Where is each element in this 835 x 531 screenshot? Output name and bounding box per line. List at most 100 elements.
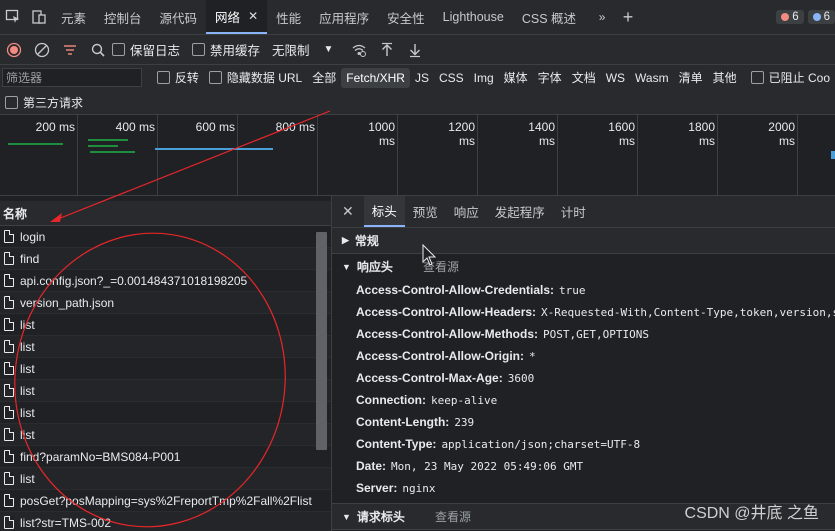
tab-label: 安全性 (387, 11, 425, 26)
export-har-icon[interactable] (401, 35, 429, 64)
request-list: login find api.config.json?_=0.00148437101… (0, 226, 331, 531)
third-party-checkbox[interactable]: 第三方请求 (5, 94, 88, 111)
header-name: Connection: (356, 393, 426, 407)
filter-icon[interactable] (56, 35, 84, 64)
request-row[interactable]: api.config.json?_=0.001484371018198205 (0, 270, 331, 292)
add-tab-icon[interactable]: + (615, 0, 641, 34)
request-row[interactable]: list (0, 314, 331, 336)
record-icon[interactable] (0, 35, 28, 64)
request-row[interactable]: list (0, 468, 331, 490)
error-count-badge[interactable]: 6 (776, 10, 804, 24)
detail-tab-3[interactable]: 发起程序 (487, 196, 553, 227)
tab-4[interactable]: 性能 (267, 0, 310, 34)
tab-5[interactable]: 应用程序 (310, 0, 378, 34)
request-row[interactable]: version_path.json (0, 292, 331, 314)
response-headers-label: 响应头 (356, 260, 393, 274)
request-row[interactable]: find (0, 248, 331, 270)
detail-tab-4[interactable]: 计时 (553, 196, 594, 227)
request-row[interactable]: find?paramNo=BMS084-P001 (0, 446, 331, 468)
inspect-element-icon[interactable] (0, 0, 26, 34)
invert-label: 反转 (174, 71, 199, 85)
type-filter-8[interactable]: WS (601, 71, 630, 85)
network-overview-timeline[interactable]: 200 ms 400 ms 600 ms 800 ms 1000 ms 1200 ms 14… (0, 115, 835, 196)
search-icon[interactable] (84, 35, 112, 64)
more-tabs-icon[interactable]: » (589, 0, 615, 34)
tab-7[interactable]: Lighthouse (434, 0, 513, 34)
filter-input[interactable]: 筛选器 (2, 68, 142, 87)
hide-data-url-checkbox[interactable]: 隐藏数据 URL (204, 69, 307, 86)
document-icon (4, 450, 14, 463)
checkbox-icon (112, 43, 125, 56)
detail-tab-0[interactable]: 标头 (363, 196, 405, 227)
tab-6[interactable]: 安全性 (378, 0, 434, 34)
document-icon (4, 494, 14, 507)
header-name: Access-Control-Allow-Credentials: (356, 283, 555, 297)
request-row[interactable]: list (0, 358, 331, 380)
request-name: list (20, 339, 35, 354)
request-name: list (20, 427, 35, 442)
type-filter-0[interactable]: 全部 (307, 69, 341, 86)
request-row[interactable]: list (0, 402, 331, 424)
timeline-gridline (637, 115, 638, 195)
throttle-select[interactable]: 无限制 ▼ (272, 40, 333, 59)
general-section-toggle[interactable]: ▶ 常规 (332, 228, 835, 254)
document-icon (4, 340, 14, 353)
detail-tab-1[interactable]: 预览 (405, 196, 446, 227)
tab-2[interactable]: 源代码 (151, 0, 207, 34)
close-detail-icon[interactable]: ✕ (332, 196, 364, 227)
tab-1[interactable]: 控制台 (95, 0, 151, 34)
detail-tab-2[interactable]: 响应 (446, 196, 487, 227)
view-source-link[interactable]: 查看源 (423, 258, 459, 275)
third-party-row: 第三方请求 (0, 90, 835, 115)
type-filter-3[interactable]: CSS (434, 71, 469, 85)
preserve-log-checkbox[interactable]: 保留日志 (112, 40, 180, 59)
type-filter-6[interactable]: 字体 (533, 69, 567, 86)
header-name: Content-Length: (356, 415, 450, 429)
clear-icon[interactable] (28, 35, 56, 64)
name-column-header[interactable]: 名称 (0, 201, 331, 226)
type-filter-9[interactable]: Wasm (630, 71, 674, 85)
header-name: Content-Type: (356, 437, 437, 451)
request-name: find (20, 251, 40, 266)
type-filter-5[interactable]: 媒体 (499, 69, 533, 86)
request-row[interactable]: list (0, 424, 331, 446)
filter-placeholder: 筛选器 (6, 71, 43, 85)
request-headers-label: 请求标头 (356, 510, 405, 524)
type-filter-11[interactable]: 其他 (708, 69, 742, 86)
resource-type-filters: 全部 Fetch/XHR JS CSS Img 媒体 字体 文档 WS Wasm 清单 其他 (307, 67, 742, 88)
header-value: true (559, 283, 586, 297)
request-row[interactable]: posGet?posMapping=sys%2FreportTmp%2Fall%… (0, 490, 331, 512)
expanded-triangle-icon: ▼ (342, 511, 351, 522)
tab-0[interactable]: 元素 (52, 0, 95, 34)
type-filter-1[interactable]: Fetch/XHR (341, 67, 410, 88)
blocked-cookies-checkbox[interactable]: 已阻止 Coo (746, 69, 835, 86)
request-row[interactable]: list?str=TMS-002 (0, 512, 331, 531)
tab-8[interactable]: CSS 概述 (513, 0, 585, 34)
invert-checkbox[interactable]: 反转 (152, 69, 204, 86)
timeline-tick-label: 2000 ms (768, 120, 795, 148)
close-tab-icon[interactable]: ✕ (248, 9, 258, 23)
type-filter-7[interactable]: 文档 (567, 69, 601, 86)
request-row[interactable]: login (0, 226, 331, 248)
request-row[interactable]: list (0, 336, 331, 358)
header-name: Date: (356, 459, 387, 473)
tab-3[interactable]: 网络 ✕ (206, 0, 268, 34)
document-icon (4, 274, 14, 287)
collapsed-triangle-icon: ▶ (342, 235, 349, 245)
request-list-scrollbar[interactable] (316, 232, 327, 450)
hide-data-url-label: 隐藏数据 URL (226, 71, 303, 85)
request-row[interactable]: list (0, 380, 331, 402)
timeline-gridline (797, 115, 798, 195)
view-source-link-2[interactable]: 查看源 (435, 508, 471, 525)
type-filter-4[interactable]: Img (469, 71, 499, 85)
response-headers-section-toggle[interactable]: ▼ 响应头 查看源 (332, 254, 835, 279)
type-filter-10[interactable]: 清单 (674, 69, 708, 86)
header-row: Access-Control-Allow-Headers: X-Requested… (332, 301, 835, 323)
import-har-icon[interactable] (373, 35, 401, 64)
issues-count-badge[interactable]: 6 (807, 10, 835, 24)
timeline-gridline (397, 115, 398, 195)
type-filter-2[interactable]: JS (410, 71, 434, 85)
network-conditions-icon[interactable] (345, 35, 373, 64)
disable-cache-checkbox[interactable]: 禁用缓存 (192, 40, 260, 59)
device-toolbar-icon[interactable] (26, 0, 52, 34)
